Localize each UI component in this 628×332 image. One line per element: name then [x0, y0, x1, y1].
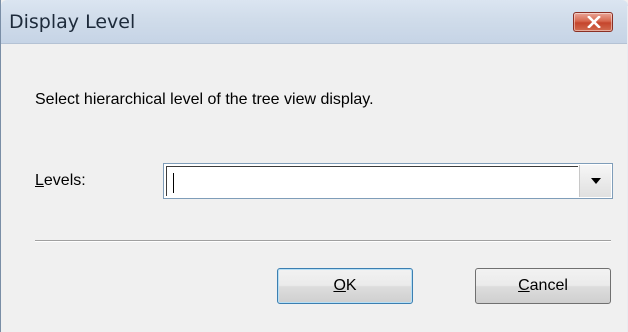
separator: [35, 240, 611, 242]
levels-dropdown-button[interactable]: [579, 165, 611, 197]
levels-combobox[interactable]: [163, 163, 613, 199]
levels-label-rest: evels:: [43, 172, 86, 189]
dialog-window: Display Level Select hierarchical level …: [0, 0, 628, 332]
close-button[interactable]: [573, 12, 613, 32]
ok-label-rest: K: [345, 277, 357, 294]
text-caret: [173, 173, 174, 193]
levels-input[interactable]: [166, 166, 578, 196]
window-title: Display Level: [9, 11, 136, 33]
close-icon: [587, 16, 601, 28]
cancel-mnemonic: C: [518, 277, 530, 294]
ok-mnemonic: O: [333, 277, 346, 294]
title-bar[interactable]: Display Level: [1, 0, 628, 44]
instruction-text: Select hierarchical level of the tree vi…: [35, 91, 374, 108]
chevron-down-icon: [591, 178, 601, 184]
levels-label: Levels:: [35, 172, 86, 190]
cancel-label-rest: ancel: [529, 277, 568, 294]
levels-label-mnemonic: L: [35, 172, 44, 189]
ok-button[interactable]: OK: [277, 268, 413, 304]
cancel-button[interactable]: Cancel: [475, 268, 611, 304]
dialog-body: Select hierarchical level of the tree vi…: [1, 44, 628, 332]
